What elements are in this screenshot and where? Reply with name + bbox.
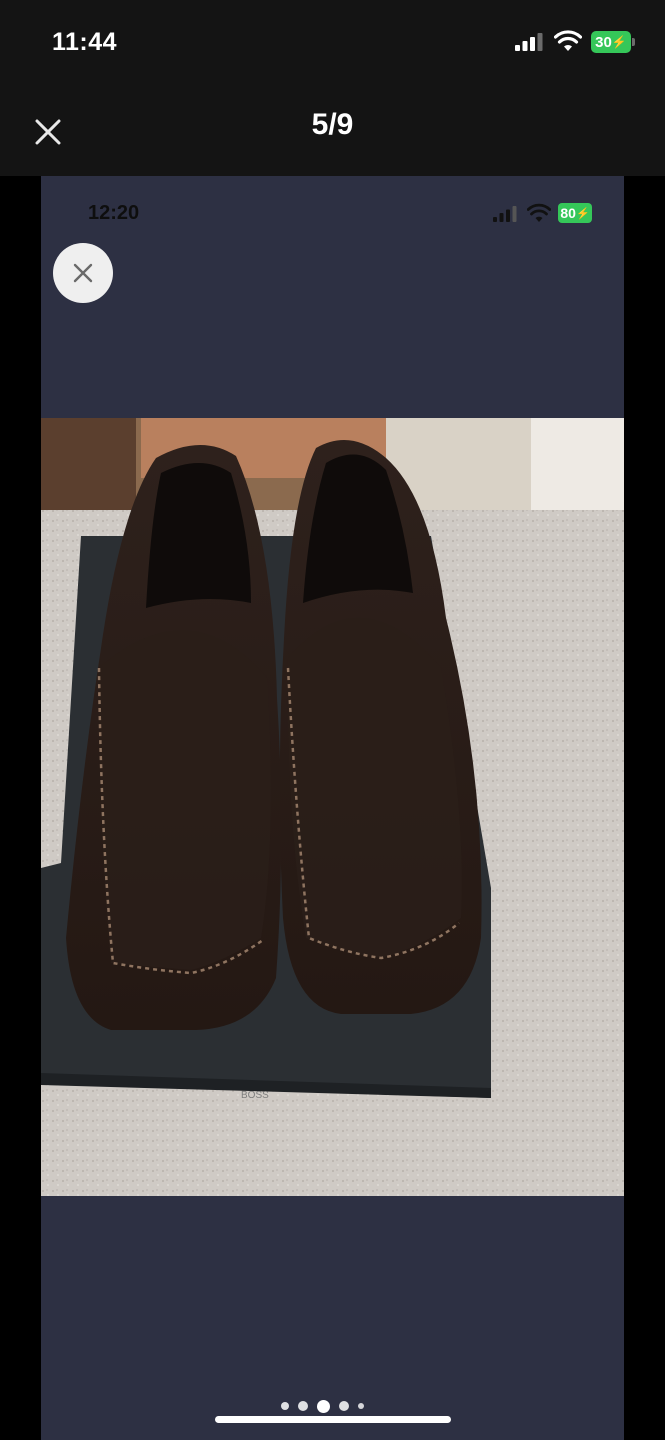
battery-charging-icon: 30 ⚡ (591, 31, 635, 53)
close-icon (73, 263, 93, 283)
pagination-dots[interactable] (281, 1398, 391, 1414)
pagination-dot[interactable] (281, 1402, 289, 1410)
inner-status-time: 12:20 (88, 202, 140, 224)
status-time: 11:44 (52, 28, 118, 56)
image-viewer-panel[interactable]: 12:20 80 ⚡ BOSS (41, 176, 624, 1440)
pagination-dot[interactable] (298, 1401, 308, 1411)
viewer-header: 5/9 (0, 86, 665, 176)
wifi-icon (554, 30, 582, 51)
battery-level: 30 (595, 33, 612, 51)
status-bar: 11:44 30 ⚡ (0, 0, 665, 86)
cellular-signal-icon (493, 206, 517, 222)
image-counter: 5/9 (311, 108, 354, 141)
close-button[interactable] (53, 243, 113, 303)
home-indicator[interactable] (215, 1416, 451, 1423)
pagination-dot[interactable] (358, 1403, 364, 1409)
box-brand-label: BOSS (241, 1090, 269, 1101)
pagination-dot-active[interactable] (317, 1399, 330, 1413)
cellular-signal-icon (515, 33, 543, 51)
inner-battery-level: 80 (560, 205, 576, 221)
battery-charging-icon: 80 ⚡ (558, 203, 592, 223)
wifi-icon (527, 203, 551, 222)
product-photo: BOSS (41, 418, 624, 1196)
pagination-dot[interactable] (339, 1401, 349, 1411)
